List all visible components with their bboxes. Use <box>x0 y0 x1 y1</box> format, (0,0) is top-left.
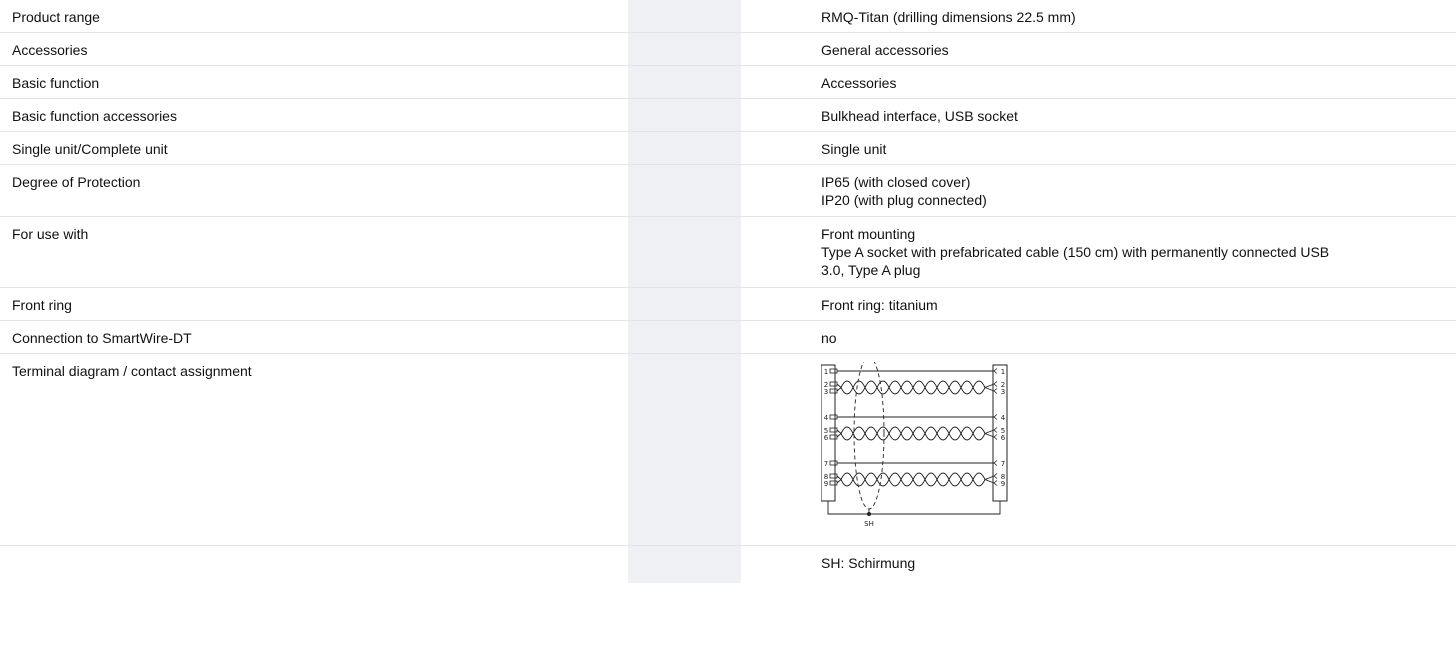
left-pin <box>829 381 838 387</box>
row-value: Front ring: titanium <box>821 297 938 313</box>
spacer-column <box>628 354 741 545</box>
right-pin <box>993 473 998 479</box>
row-label: Basic function accessories <box>12 108 177 124</box>
right-pin <box>993 368 998 374</box>
spacer-column <box>628 165 741 216</box>
left-pin <box>829 460 838 466</box>
shield-ellipse <box>853 356 885 510</box>
left-pin <box>829 434 838 440</box>
spacer-column <box>628 288 741 320</box>
right-pin-label: 3 <box>1001 388 1005 396</box>
row-label: Accessories <box>12 42 88 58</box>
table-row: Single unit/Complete unit Single unit <box>0 132 1456 165</box>
row-value: Accessories <box>821 75 897 91</box>
row-label: Terminal diagram / contact assignment <box>12 363 252 379</box>
spacer-column <box>628 33 741 65</box>
table-row: Basic function Accessories <box>0 66 1456 99</box>
row-value: IP65 (with closed cover) IP20 (with plug… <box>821 174 987 208</box>
technical-data-table: Product range RMQ-Titan (drilling dimens… <box>0 0 1456 583</box>
row-label: Front ring <box>12 297 72 313</box>
shield-label: SH <box>864 520 874 528</box>
right-pin <box>993 388 998 394</box>
row-label: For use with <box>12 226 89 242</box>
row-value: 1 1 2 2 3 3 4 4 5 5 6 6 7 7 8 8 9 9 SH <box>815 354 1456 545</box>
row-label: Single unit/Complete unit <box>12 141 168 157</box>
left-pin <box>829 388 838 394</box>
row-value: Single unit <box>821 141 887 157</box>
table-row: Accessories General accessories <box>0 33 1456 66</box>
spacer-column <box>628 132 741 164</box>
right-pin <box>993 381 998 387</box>
right-pin-label: 4 <box>1001 414 1006 422</box>
left-pin-label: 4 <box>824 414 829 422</box>
row-label: Connection to SmartWire-DT <box>12 330 192 346</box>
table-row: For use with Front mounting Type A socke… <box>0 217 1456 288</box>
left-pin <box>829 414 838 420</box>
shield-return-wire <box>827 501 1001 515</box>
spacer-column <box>628 546 741 583</box>
table-row: Front ring Front ring: titanium <box>0 288 1456 321</box>
right-pin-label: 6 <box>1001 434 1006 442</box>
left-pin-label: 6 <box>824 434 829 442</box>
left-pin <box>829 368 838 374</box>
left-pin <box>829 427 838 433</box>
spacer-column <box>628 217 741 287</box>
right-pin-label: 7 <box>1001 460 1005 468</box>
table-row: Connection to SmartWire-DT no <box>0 321 1456 354</box>
row-value: Front mounting Type A socket with prefab… <box>821 226 1330 278</box>
row-label: Product range <box>12 9 100 25</box>
table-row: Basic function accessories Bulkhead inte… <box>0 99 1456 132</box>
row-value: SH: Schirmung <box>821 555 916 571</box>
right-pin <box>993 480 998 486</box>
left-pin <box>829 473 838 479</box>
right-pin <box>993 427 998 433</box>
left-pin-label: 3 <box>824 388 828 396</box>
shield-junction-dot <box>867 512 871 516</box>
spacer-column <box>628 321 741 353</box>
row-value: General accessories <box>821 42 949 58</box>
row-label <box>0 546 628 583</box>
terminal-diagram: 1 12 23 34 45 56 67 78 89 9SH <box>820 356 1008 528</box>
table-row: Terminal diagram / contact assignment 1 1… <box>0 354 1456 546</box>
row-label: Degree of Protection <box>12 174 141 190</box>
row-value: RMQ-Titan (drilling dimensions 22.5 mm) <box>821 9 1076 25</box>
left-pin-label: 1 <box>824 368 828 376</box>
row-value: no <box>821 330 837 346</box>
table-row: SH: Schirmung <box>0 546 1456 583</box>
table-row: Product range RMQ-Titan (drilling dimens… <box>0 0 1456 33</box>
row-value: Bulkhead interface, USB socket <box>821 108 1018 124</box>
left-pin <box>829 480 838 486</box>
spacer-column <box>628 0 741 32</box>
right-pin-label: 1 <box>1001 368 1005 376</box>
left-pin-label: 7 <box>824 460 828 468</box>
spacer-column <box>628 66 741 98</box>
right-pin <box>993 434 998 440</box>
row-label: Basic function <box>12 75 100 91</box>
right-pin-label: 9 <box>1001 480 1005 488</box>
left-pin-label: 9 <box>824 480 828 488</box>
spacer-column <box>628 99 741 131</box>
right-pin <box>993 414 998 420</box>
table-row: Degree of Protection IP65 (with closed c… <box>0 165 1456 217</box>
right-pin <box>993 460 998 466</box>
